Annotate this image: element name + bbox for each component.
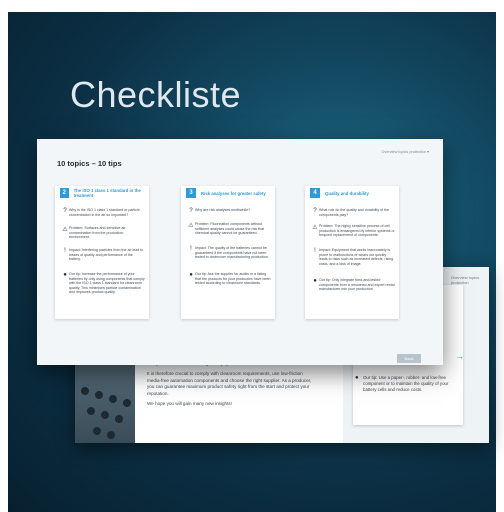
- impact-item: ! Impact: Equipment that works inaccurat…: [311, 248, 395, 266]
- question-icon: ?: [189, 208, 193, 214]
- lightbulb-icon: ●: [313, 278, 317, 284]
- impact-item: ! Impact: The quality of the batteries c…: [187, 246, 271, 260]
- question-text: What role do the quality and durability …: [319, 208, 390, 217]
- plate-hole: [93, 427, 101, 435]
- topic-card: 2 The ISO 1 class 1 standard in the trea…: [55, 186, 149, 319]
- question-text: Why are risk analyses worthwhile?: [195, 208, 251, 212]
- tip-item: ● Our tip: Ask the supplier for audits o…: [187, 272, 271, 286]
- back-nav-dropdown[interactable]: Overview topics protection: [451, 275, 489, 285]
- arrow-right-icon[interactable]: →: [455, 351, 464, 361]
- plate-hole: [81, 387, 89, 395]
- page-heading: Checkliste: [70, 74, 242, 115]
- impact-item: ! Impact: Interfering particles from the…: [61, 248, 145, 262]
- plate-hole: [107, 431, 115, 439]
- problem-item: ⚠ Problem: Surfaces and sensitive air co…: [61, 226, 145, 240]
- document-title: 10 topics – 10 tips: [57, 159, 122, 168]
- exclamation-icon: !: [314, 248, 316, 254]
- exclamation-icon: !: [64, 248, 66, 254]
- topic-card: 3 Risk analyses for greater safety ? Why…: [181, 186, 275, 319]
- question-text: Why is the ISO 1 class 1 standard or par…: [69, 208, 140, 217]
- lightbulb-icon: ●: [63, 272, 67, 278]
- question-item: ? What role do the quality and durabilit…: [311, 208, 395, 217]
- back-tip-text: Our tip: Use a paper-, rubber- and low-f…: [363, 375, 449, 392]
- tip-item: ● Our tip: Increase the performance of y…: [61, 272, 145, 295]
- product-image: Checkliste and you cause serious damage …: [0, 0, 504, 512]
- question-item: ? Why are risk analyses worthwhile?: [187, 208, 271, 214]
- card-header: 3 Risk analyses for greater safety: [181, 186, 275, 200]
- tip-text: Our tip: Ask the supplier for audits or …: [195, 272, 271, 286]
- impact-text: Impact: Equipment that works inaccuratel…: [319, 248, 394, 266]
- tip-text: Our tip: Increase the performance of you…: [69, 272, 145, 295]
- tip-text: Our tip: Only integrate tried-and-tested…: [319, 278, 395, 292]
- topic-number: 3: [186, 188, 196, 198]
- plate-hole: [87, 407, 95, 415]
- problem-text: Problem: Surfaces and sensitive air cont…: [69, 226, 126, 240]
- plate-hole: [95, 391, 103, 399]
- front-document-page: 10 topics – 10 tips Overview topics prot…: [37, 139, 443, 365]
- problem-text: Problem: Fluorination components without…: [195, 222, 265, 236]
- topic-title: Risk analyses for greater safety: [201, 190, 266, 196]
- tip-item: ● Our tip: Only integrate tried-and-test…: [311, 278, 395, 292]
- question-icon: ?: [313, 208, 317, 214]
- lightbulb-icon: ●: [355, 375, 359, 381]
- topic-title: Quality and durability: [325, 190, 369, 196]
- nav-dropdown[interactable]: Overview topics protection ▾: [382, 149, 430, 154]
- lightbulb-icon: ●: [189, 272, 193, 278]
- impact-text: Impact: The quality of the batteries can…: [195, 246, 269, 260]
- back-document-text: and you cause serious damage or injury. …: [147, 361, 317, 411]
- problem-item: ⚠ Problem: The highly sensitive process …: [311, 224, 395, 238]
- back-paragraph: It is therefore crucial to comply with c…: [147, 371, 312, 396]
- card-header: 2 The ISO 1 class 1 standard in the trea…: [55, 186, 149, 200]
- question-icon: ?: [63, 208, 67, 214]
- topic-number: 2: [60, 188, 69, 198]
- plate-hole: [123, 399, 131, 407]
- plate-hole: [109, 395, 117, 403]
- plate-hole: [101, 411, 109, 419]
- exclamation-icon: !: [190, 246, 192, 252]
- warning-icon: ⚠: [62, 227, 68, 233]
- question-item: ? Why is the ISO 1 class 1 standard or p…: [61, 208, 145, 217]
- back-button[interactable]: Back: [397, 354, 421, 363]
- topic-number: 4: [310, 188, 320, 198]
- warning-icon: ⚠: [188, 223, 194, 229]
- problem-text: Problem: The highly sensitive process of…: [319, 224, 395, 238]
- plate-hole: [115, 415, 123, 423]
- topic-title: The ISO 1 class 1 standard in the treatm…: [73, 188, 141, 198]
- warning-icon: ⚠: [312, 225, 318, 231]
- back-paragraph: We hope you will gain many new insights!: [147, 401, 232, 407]
- card-header: 4 Quality and durability: [305, 186, 399, 200]
- nav-dropdown-label: Overview topics protection: [381, 150, 427, 154]
- problem-item: ⚠ Problem: Fluorination components witho…: [187, 222, 271, 236]
- topic-card: 4 Quality and durability ? What role do …: [305, 186, 399, 319]
- impact-text: Impact: Interfering particles from the a…: [69, 248, 144, 262]
